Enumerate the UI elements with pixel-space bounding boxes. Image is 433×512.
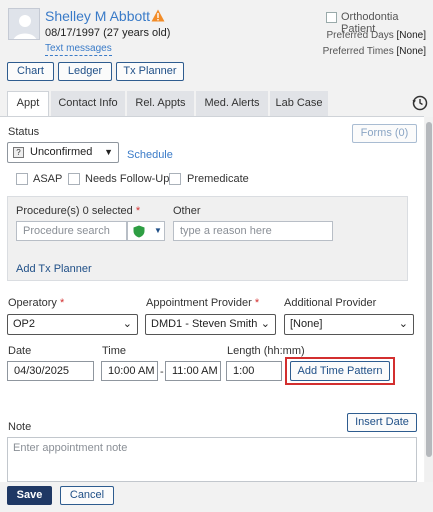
preferred-days-label: Preferred Days <box>326 30 394 41</box>
additional-provider-label: Additional Provider <box>284 297 377 309</box>
preferred-times-value: [None] <box>396 46 426 57</box>
cancel-button[interactable]: Cancel <box>60 486 114 505</box>
shield-icon <box>133 225 145 238</box>
time-separator: - <box>160 366 164 378</box>
patient-avatar <box>8 8 40 40</box>
appt-provider-label: Appointment Provider * <box>146 297 259 309</box>
preferred-times-label: Preferred Times <box>322 46 394 57</box>
patient-name[interactable]: Shelley M Abbott <box>45 8 150 24</box>
chevron-down-icon: ▼ <box>104 147 113 157</box>
additional-provider-select[interactable]: [None] ⌄ <box>284 314 414 335</box>
procedures-label-text: Procedure(s) <box>16 205 80 217</box>
patient-dob: 08/17/1997 (27 years old) <box>45 27 171 39</box>
insert-date-button[interactable]: Insert Date <box>347 413 417 432</box>
chevron-down-icon: ⌄ <box>122 318 132 330</box>
date-label: Date <box>8 345 32 357</box>
warning-icon[interactable] <box>151 9 165 25</box>
other-label: Other <box>173 205 201 217</box>
premedicate-label: Premedicate <box>187 173 249 185</box>
premedicate-checkbox[interactable] <box>169 173 181 185</box>
add-tx-planner-link[interactable]: Add Tx Planner <box>16 263 92 275</box>
tab-bar: Appt Contact Info Rel. Appts Med. Alerts… <box>0 91 433 117</box>
appt-provider-value: DMD1 - Steven Smith <box>151 318 258 330</box>
appt-provider-select[interactable]: DMD1 - Steven Smith ⌄ <box>145 314 276 335</box>
additional-provider-value: [None] <box>290 318 323 330</box>
chevron-down-icon: ⌄ <box>398 318 408 330</box>
follow-up-checkbox[interactable] <box>68 173 80 185</box>
person-icon <box>9 9 39 39</box>
procedure-search-input[interactable]: Procedure search <box>16 221 127 241</box>
end-time-input[interactable]: 11:00 AM <box>165 361 221 381</box>
patient-header: Shelley M Abbott 08/17/1997 (27 years ol… <box>0 0 433 88</box>
tab-lab-case[interactable]: Lab Case <box>270 91 328 116</box>
chevron-down-icon: ⌄ <box>260 318 270 330</box>
procedure-search-placeholder: Procedure search <box>23 225 110 237</box>
time-label: Time <box>102 345 127 357</box>
procedure-filter-dropdown[interactable]: ▼ <box>127 221 165 241</box>
status-label: Status <box>8 126 40 138</box>
orthodontia-checkbox[interactable] <box>326 12 337 23</box>
asap-label: ASAP <box>33 173 63 185</box>
operatory-select[interactable]: OP2 ⌄ <box>7 314 138 335</box>
status-select[interactable]: ? Unconfirmed ▼ <box>7 142 119 163</box>
operatory-value: OP2 <box>13 318 36 330</box>
required-marker: * <box>135 205 141 217</box>
tab-appt[interactable]: Appt <box>7 91 49 117</box>
preferred-times: Preferred Times [None] <box>323 46 426 57</box>
scrollbar-thumb[interactable] <box>426 122 432 457</box>
tab-rel-appts[interactable]: Rel. Appts <box>127 91 194 116</box>
required-marker: * <box>254 297 260 309</box>
ledger-button[interactable]: Ledger <box>58 62 112 81</box>
required-marker: * <box>59 297 65 309</box>
follow-up-label: Needs Follow-Up <box>85 173 170 185</box>
asap-checkbox[interactable] <box>16 173 28 185</box>
status-unknown-icon: ? <box>13 147 24 158</box>
date-input[interactable]: 04/30/2025 <box>7 361 94 381</box>
other-reason-input[interactable]: type a reason here <box>173 221 333 241</box>
other-reason-placeholder: type a reason here <box>180 225 272 237</box>
schedule-link[interactable]: Schedule <box>127 149 173 161</box>
preferred-days: Preferred Days [None] <box>327 30 427 41</box>
note-placeholder: Enter appointment note <box>13 442 128 454</box>
text-messages-link[interactable]: Text messages <box>45 43 112 56</box>
add-time-pattern-button[interactable]: Add Time Pattern <box>290 361 390 381</box>
tab-contact-info[interactable]: Contact Info <box>51 91 125 116</box>
status-value: Unconfirmed <box>30 146 93 158</box>
start-time-input[interactable]: 10:00 AM <box>101 361 158 381</box>
note-textarea[interactable]: Enter appointment note <box>7 437 417 482</box>
length-label: Length (hh:mm) <box>227 345 305 357</box>
chevron-down-icon: ▼ <box>154 226 162 235</box>
appt-provider-label-text: Appointment Provider <box>146 297 252 309</box>
chart-button[interactable]: Chart <box>7 62 54 81</box>
length-input[interactable]: 1:00 <box>226 361 282 381</box>
save-button[interactable]: Save <box>7 486 52 505</box>
note-label: Note <box>8 421 32 433</box>
procedures-count: 0 selected <box>82 205 133 217</box>
tx-planner-button[interactable]: Tx Planner <box>116 62 184 81</box>
tab-med-alerts[interactable]: Med. Alerts <box>196 91 268 116</box>
procedures-label: Procedure(s) 0 selected * <box>16 205 140 217</box>
forms-button[interactable]: Forms (0) <box>352 124 417 143</box>
history-clock-icon[interactable] <box>412 95 428 114</box>
operatory-label-text: Operatory <box>8 297 57 309</box>
operatory-label: Operatory * <box>8 297 64 309</box>
preferred-days-value: [None] <box>396 30 426 41</box>
